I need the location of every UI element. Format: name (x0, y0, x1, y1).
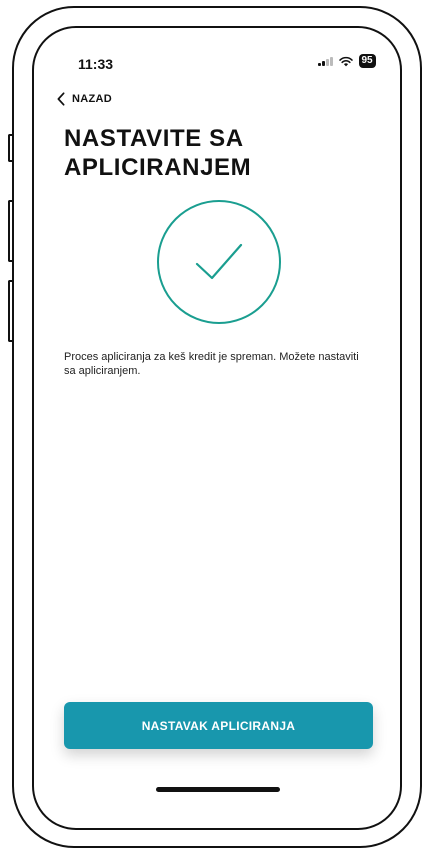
status-icons: 95 (318, 54, 376, 68)
wifi-icon (338, 56, 353, 66)
page-title: NASTAVITE SA APLICIRANJEM (64, 125, 252, 181)
continue-application-button[interactable]: NASTAVAK APLICIRANJA (64, 702, 373, 749)
back-button[interactable]: NAZAD (56, 92, 112, 106)
chevron-left-icon (57, 92, 65, 106)
signal-icon (318, 56, 333, 66)
status-time: 11:33 (78, 56, 114, 72)
status-message: Proces apliciranja za keš kredit je spre… (64, 351, 359, 377)
back-label: NAZAD (72, 93, 112, 105)
battery-indicator: 95 (358, 54, 376, 68)
home-indicator[interactable] (156, 787, 280, 792)
check-circle-icon (157, 200, 281, 324)
